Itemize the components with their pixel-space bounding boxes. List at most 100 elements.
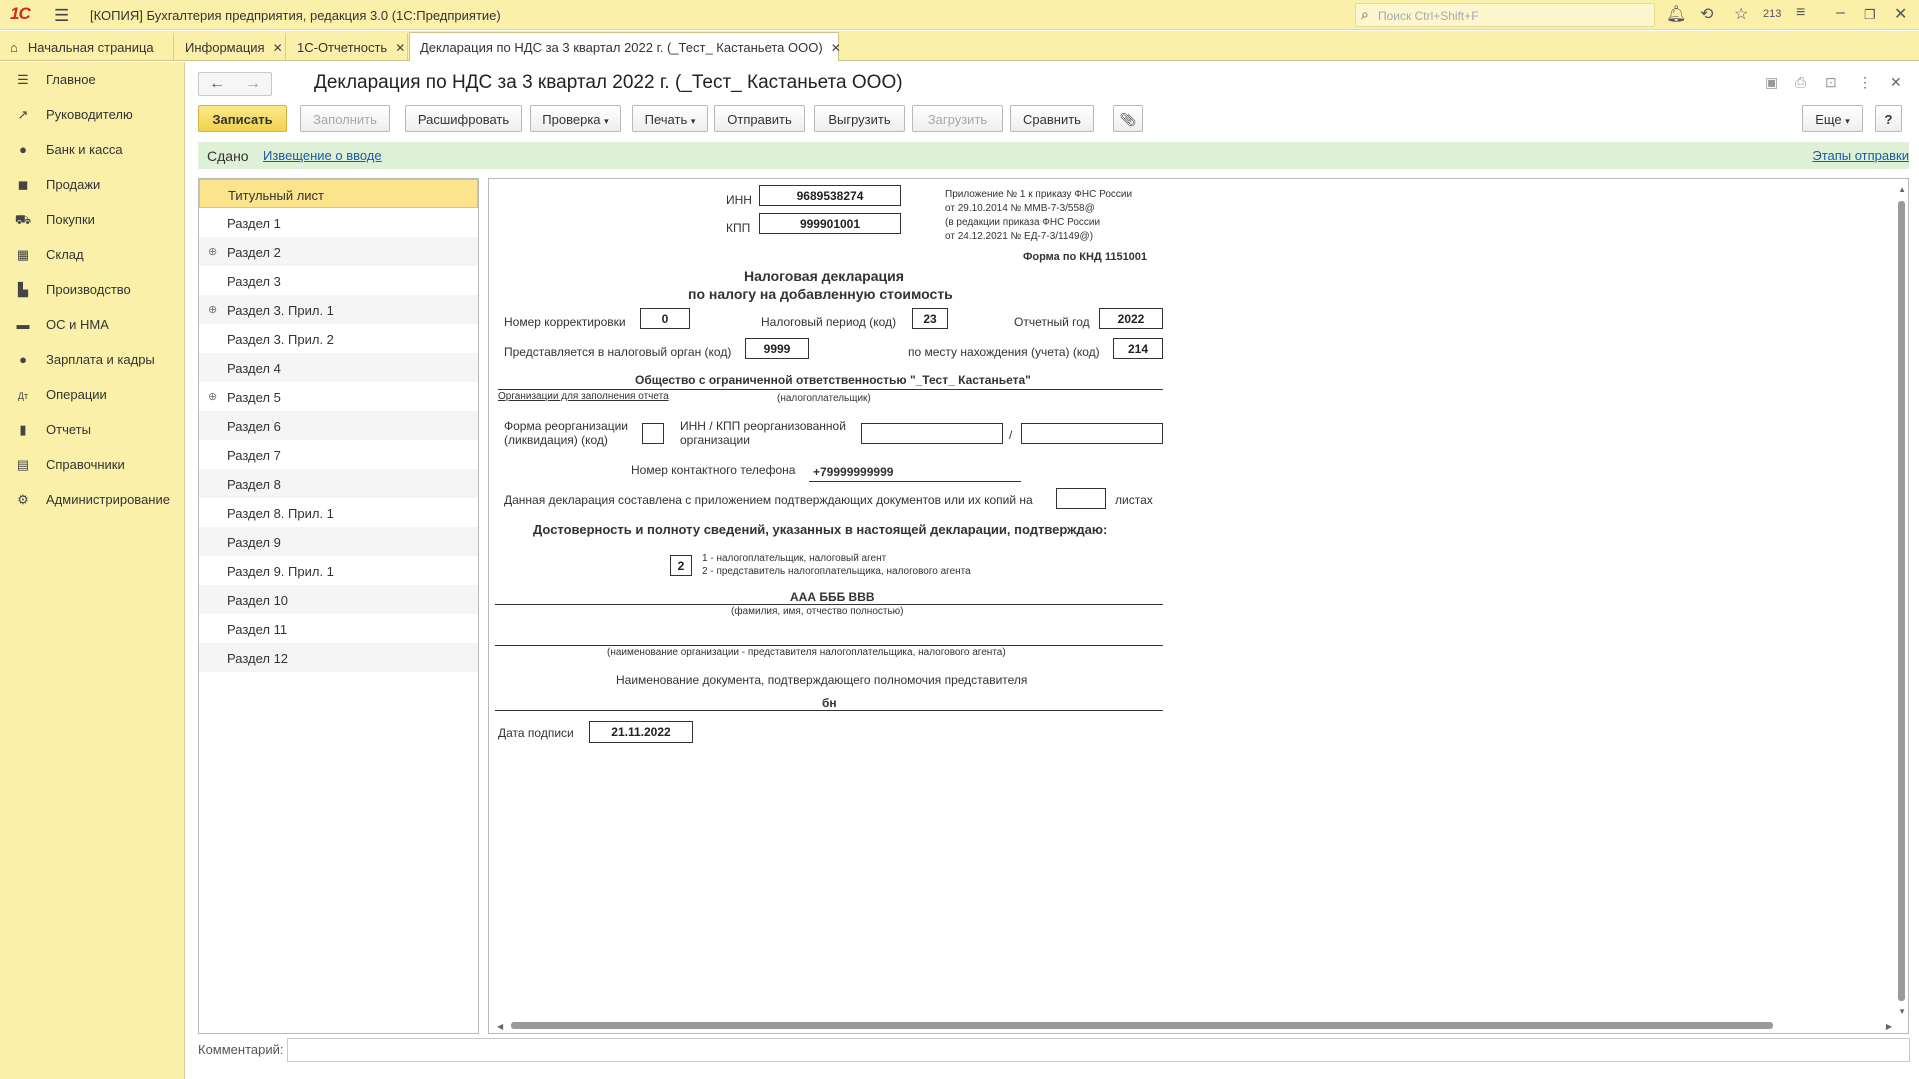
stages-link[interactable]: Этапы отправки [1812,148,1909,163]
reorg-inn-field[interactable] [861,423,1003,444]
tab-info[interactable]: Информация ✕ [175,33,286,60]
close-icon[interactable]: ✕ [395,41,405,55]
attach-button[interactable]: 📎︎ [1113,105,1143,132]
scroll-right-icon[interactable]: ▶ [1886,1022,1892,1031]
expand-icon[interactable]: ⊕ [208,303,217,316]
list-item[interactable]: Раздел 9. Прил. 1 [199,556,478,585]
inn-field[interactable]: 9689538274 [759,185,901,206]
minimize-icon[interactable]: – [1836,4,1845,22]
close-icon[interactable]: ✕ [831,41,841,55]
list-item[interactable]: Раздел 8 [199,469,478,498]
preview-icon[interactable]: ⊡ [1825,74,1837,91]
tab-home[interactable]: ⌂ Начальная страница [0,33,174,60]
sidebar-item-assets[interactable]: ▬ ОС и НМА [14,317,109,337]
form-title-line2: по налогу на добавленную стоимость [688,286,953,302]
sidebar-item-bank[interactable]: ● Банк и касса [14,142,122,162]
sidebar-item-production[interactable]: ▙ Производство [14,282,131,302]
list-item[interactable]: Раздел 4 [199,353,478,382]
list-item[interactable]: Раздел 3 [199,266,478,295]
sidebar-item-purchases[interactable]: ⛟ Покупки [14,212,95,232]
search-input[interactable]: Поиск Ctrl+Shift+F [1378,9,1479,23]
authority-field[interactable]: 9999 [745,338,809,359]
horizontal-scrollbar[interactable] [511,1022,1773,1029]
notice-link[interactable]: Извещение о вводе [263,148,382,163]
kpp-field[interactable]: 999901001 [759,213,901,234]
sidebar-item-manager[interactable]: ↗ Руководителю [14,107,133,127]
list-item[interactable]: ⊕ Раздел 5 [199,382,478,411]
expand-icon[interactable]: ⊕ [208,390,217,403]
star-icon[interactable]: ☆ [1734,4,1748,24]
sidebar-item-sales[interactable]: ◼ Продажи [14,177,101,197]
period-field[interactable]: 23 [912,308,948,329]
list-item[interactable]: Раздел 9 [199,527,478,556]
sidebar-item-salary[interactable]: ● Зарплата и кадры [14,352,155,372]
sidebar-item-catalogs[interactable]: ▤ Справочники [14,457,125,477]
comment-input[interactable] [287,1038,1910,1062]
reorg-code-field[interactable] [642,423,664,444]
sidebar-item-reports[interactable]: ▮ Отчеты [14,422,91,442]
appendix-line: Приложение № 1 к приказу ФНС России [945,189,1133,200]
forward-arrow-icon[interactable]: → [245,75,261,93]
signer-name[interactable]: ААА БББ ВВВ [790,590,875,604]
list-item[interactable]: Раздел 1 [199,208,478,237]
more-button[interactable]: Еще ▾ [1802,105,1863,132]
sidebar-item-main[interactable]: ☰ Главное [14,72,96,92]
close-icon[interactable]: ✕ [273,41,283,55]
list-item[interactable]: Раздел 8. Прил. 1 [199,498,478,527]
org-select-link[interactable]: Организации для заполнения отчета [498,391,669,402]
list-item[interactable]: Титульный лист [199,179,478,208]
location-field[interactable]: 214 [1113,338,1163,359]
expand-icon[interactable]: ⊕ [208,245,217,258]
list-item[interactable]: Раздел 11 [199,614,478,643]
fill-button[interactable]: Заполнить [300,105,390,132]
decode-button[interactable]: Расшифровать [405,105,522,132]
scroll-left-icon[interactable]: ◀ [497,1022,503,1031]
print-button[interactable]: Печать ▾ [632,105,708,132]
scroll-up-icon[interactable]: ▲ [1898,185,1906,194]
pages-count-field[interactable] [1056,488,1106,509]
print-icon[interactable]: ⎙ [1795,74,1806,91]
list-item[interactable]: ⊕ Раздел 2 [199,237,478,266]
close-form-icon[interactable]: ✕ [1890,74,1902,91]
sign-date-field[interactable]: 21.11.2022 [589,721,693,743]
compare-button[interactable]: Сравнить [1010,105,1094,132]
doc-value[interactable]: бн [822,696,837,710]
more-vertical-icon[interactable]: ⋮ [1858,74,1872,91]
scroll-down-icon[interactable]: ▼ [1898,1007,1906,1016]
export-button[interactable]: Выгрузить [814,105,905,132]
settings-menu-icon[interactable]: ≡ [1796,4,1805,22]
global-search[interactable]: ⌕ Поиск Ctrl+Shift+F [1355,3,1655,27]
list-item[interactable]: Раздел 7 [199,440,478,469]
list-item[interactable]: Раздел 3. Прил. 2 [199,324,478,353]
list-item[interactable]: ⊕ Раздел 3. Прил. 1 [199,295,478,324]
sidebar-item-operations[interactable]: Дт Операции [14,387,107,407]
signer-code-field[interactable]: 2 [670,555,692,576]
bell-icon[interactable]: 🔔︎ [1666,4,1686,24]
list-item[interactable]: Раздел 6 [199,411,478,440]
year-field[interactable]: 2022 [1099,308,1163,329]
back-arrow-icon[interactable]: ← [209,75,225,93]
reorg-kpp-field[interactable] [1021,423,1163,444]
phone-field[interactable]: +79999999999 [813,465,893,479]
sidebar-item-label: Справочники [46,457,125,472]
history-icon[interactable]: ⟲ [1700,4,1713,24]
list-item[interactable]: Раздел 10 [199,585,478,614]
import-button[interactable]: Загрузить [912,105,1003,132]
list-item[interactable]: Раздел 12 [199,643,478,672]
sidebar-item-admin[interactable]: ⚙ Администрирование [14,492,170,512]
main-area: ← → Декларация по НДС за 3 квартал 2022 … [186,62,1919,1079]
tab-declaration[interactable]: Декларация по НДС за 3 квартал 2022 г. (… [409,32,841,62]
save-icon[interactable]: ▣ [1765,74,1778,91]
help-button[interactable]: ? [1875,105,1902,132]
close-window-icon[interactable]: ✕ [1894,4,1907,24]
vertical-scrollbar[interactable] [1898,201,1905,1001]
main-menu-icon[interactable]: ☰ [54,6,69,26]
tab-reporting[interactable]: 1С-Отчетность ✕ [287,33,408,60]
send-button[interactable]: Отправить [714,105,805,132]
sidebar-item-warehouse[interactable]: ▦ Склад [14,247,84,267]
save-button[interactable]: Записать [198,105,287,132]
check-button[interactable]: Проверка ▾ [530,105,621,132]
restore-icon[interactable]: ❐ [1864,7,1876,23]
divider [495,604,1163,605]
correction-field[interactable]: 0 [640,308,690,329]
